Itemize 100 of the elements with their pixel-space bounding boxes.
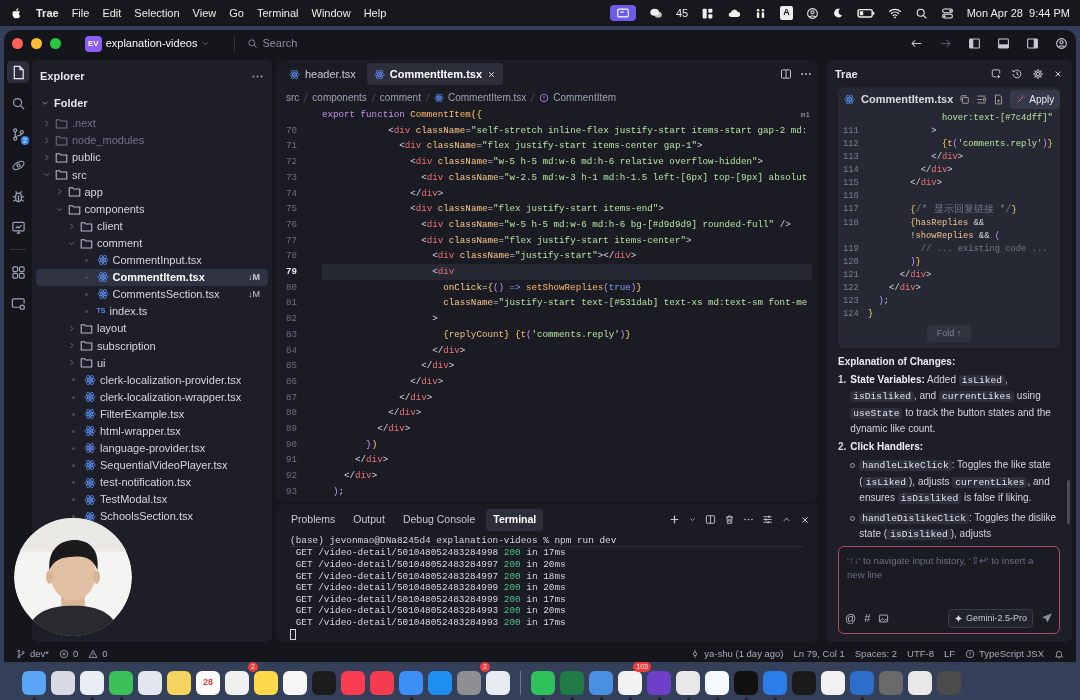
search-field[interactable]: Search xyxy=(234,35,298,52)
app-icon[interactable] xyxy=(225,671,249,695)
app-icon[interactable] xyxy=(486,671,510,695)
copy-icon[interactable] xyxy=(959,93,971,105)
screen-icon[interactable] xyxy=(609,5,636,21)
tree-item[interactable]: clerk-localization-wrapper.tsx xyxy=(36,388,268,406)
plus-icon[interactable] xyxy=(669,514,680,526)
warning-count[interactable]: 0 xyxy=(88,646,108,662)
app-icon[interactable] xyxy=(618,671,642,695)
app-icon[interactable] xyxy=(80,671,104,695)
error-count[interactable]: 0 xyxy=(59,646,79,662)
breadcrumb-item[interactable]: CommentItem xyxy=(539,90,617,105)
panel-tab[interactable]: Output xyxy=(346,509,392,531)
control-center-icon[interactable] xyxy=(940,6,954,20)
insert-icon[interactable] xyxy=(976,93,988,105)
tree-item[interactable]: test-notification.tsx xyxy=(36,473,268,492)
breadcrumb-item[interactable]: src xyxy=(286,90,300,105)
split-editor-icon[interactable] xyxy=(780,68,792,80)
menu-item[interactable]: Selection xyxy=(134,4,180,22)
menu-item[interactable]: File xyxy=(71,4,90,22)
menu-item[interactable]: Go xyxy=(229,4,244,22)
window-control[interactable] xyxy=(50,38,61,49)
app-icon[interactable]: 28 xyxy=(196,671,220,695)
app-icon[interactable] xyxy=(138,671,162,695)
tree-item[interactable]: .next xyxy=(36,115,268,133)
panel-tab[interactable]: Problems xyxy=(284,509,343,531)
menu-item[interactable]: View xyxy=(192,4,217,22)
app-menu[interactable]: Trae xyxy=(36,4,59,22)
mention-button[interactable]: @ xyxy=(845,610,857,627)
tree-item[interactable]: layout xyxy=(36,320,268,338)
split-terminal-icon[interactable] xyxy=(705,514,716,526)
apple-logo[interactable] xyxy=(10,6,23,20)
right-sidebar-icon[interactable] xyxy=(1026,37,1039,50)
menu-item[interactable]: Help xyxy=(363,4,387,22)
model-selector[interactable]: Gemini-2.5-Pro xyxy=(947,608,1033,628)
tree-item[interactable]: components xyxy=(36,200,268,218)
app-icon[interactable] xyxy=(908,671,932,695)
window-control[interactable] xyxy=(12,38,23,49)
bottom-panel-icon[interactable] xyxy=(997,37,1010,50)
language-mode[interactable]: TypeScript JSX xyxy=(965,646,1044,662)
context-button[interactable]: # xyxy=(864,610,871,627)
tree-item[interactable]: CommentItem.tsx ↓M xyxy=(36,268,268,286)
line-ending[interactable]: LF xyxy=(943,646,956,662)
tree-item[interactable]: CommentInput.tsx xyxy=(36,251,268,269)
apply-button[interactable]: Apply xyxy=(1010,89,1061,109)
app-icon[interactable] xyxy=(705,671,729,695)
back-arrow-icon[interactable] xyxy=(910,37,923,50)
tree-item[interactable]: client xyxy=(36,217,268,235)
breadcrumb-item[interactable]: CommentItem.tsx xyxy=(433,90,527,105)
clock[interactable]: Mon Apr 28 9:44 PM xyxy=(966,4,1070,22)
menu-item[interactable]: Window xyxy=(311,4,351,22)
sliders-icon[interactable] xyxy=(762,514,773,526)
bell-icon[interactable] xyxy=(1054,649,1064,659)
tree-item[interactable]: public xyxy=(36,149,268,167)
tree-item[interactable]: clerk-localization-provider.tsx xyxy=(36,371,268,389)
tree-item[interactable]: html-wrapper.tsx xyxy=(36,422,268,440)
user-icon[interactable] xyxy=(805,6,819,20)
breadcrumb-item[interactable]: components xyxy=(312,90,367,105)
tree-item[interactable]: app xyxy=(36,183,268,201)
input-source-indicator[interactable]: A xyxy=(780,6,793,20)
app-icon[interactable] xyxy=(167,671,191,695)
search-icon[interactable] xyxy=(914,6,928,20)
trash-icon[interactable] xyxy=(724,514,735,526)
editor-tab[interactable]: CommentItem.tsx xyxy=(366,62,504,86)
account-icon[interactable] xyxy=(1055,37,1068,50)
tree-item[interactable]: FilterExample.tsx xyxy=(36,405,268,423)
close-icon[interactable] xyxy=(800,514,810,525)
activity-button[interactable] xyxy=(7,61,29,83)
app-icon[interactable] xyxy=(254,671,278,695)
tree-item[interactable]: subscription xyxy=(36,337,268,355)
chat-icon[interactable] xyxy=(648,6,663,20)
tree-item[interactable]: src xyxy=(36,166,268,184)
chat-input[interactable]: '↑↓' to navigate input history, '⇧↵' to insert a new line @ # Gemini-2.5-Pro xyxy=(838,546,1060,634)
wifi-icon[interactable] xyxy=(887,6,902,20)
moon-icon[interactable] xyxy=(831,7,844,19)
left-sidebar-icon[interactable] xyxy=(968,37,981,50)
settings-icon[interactable] xyxy=(1032,68,1044,81)
menu-item[interactable]: Edit xyxy=(102,4,122,22)
tree-item[interactable]: TestModal.tsx xyxy=(36,491,268,509)
new-file-icon[interactable] xyxy=(993,93,1005,105)
send-icon[interactable] xyxy=(1041,612,1053,625)
tree-item[interactable]: language-provider.tsx xyxy=(36,439,268,457)
forward-arrow-icon[interactable] xyxy=(939,37,952,50)
workspace-switcher[interactable]: EV explanation-videos xyxy=(85,35,211,52)
app-icon[interactable] xyxy=(22,671,46,695)
tree-item[interactable]: node_modules xyxy=(36,132,268,150)
fold-button[interactable]: Fold ↑ xyxy=(926,324,972,342)
new-chat-icon[interactable] xyxy=(990,68,1002,81)
encoding[interactable]: UTF-8 xyxy=(907,646,934,662)
tree-item[interactable]: SequentialVideoPlayer.tsx xyxy=(36,456,268,474)
branch-indicator[interactable]: dev* xyxy=(16,646,49,662)
breadcrumb-item[interactable]: comment xyxy=(379,90,421,105)
scrollbar[interactable] xyxy=(1067,480,1070,524)
cursor-position[interactable]: Ln 79, Col 1 xyxy=(793,646,845,662)
editor-tab[interactable]: header.tsx xyxy=(282,62,363,86)
menu-item[interactable]: Terminal xyxy=(256,4,299,22)
panels-icon[interactable] xyxy=(701,6,715,20)
blame-info[interactable]: ya-shu (1 day ago) xyxy=(690,646,784,662)
indentation[interactable]: Spaces: 2 xyxy=(854,646,898,662)
tree-item[interactable]: CommentsSection.tsx ↓M xyxy=(36,285,268,304)
